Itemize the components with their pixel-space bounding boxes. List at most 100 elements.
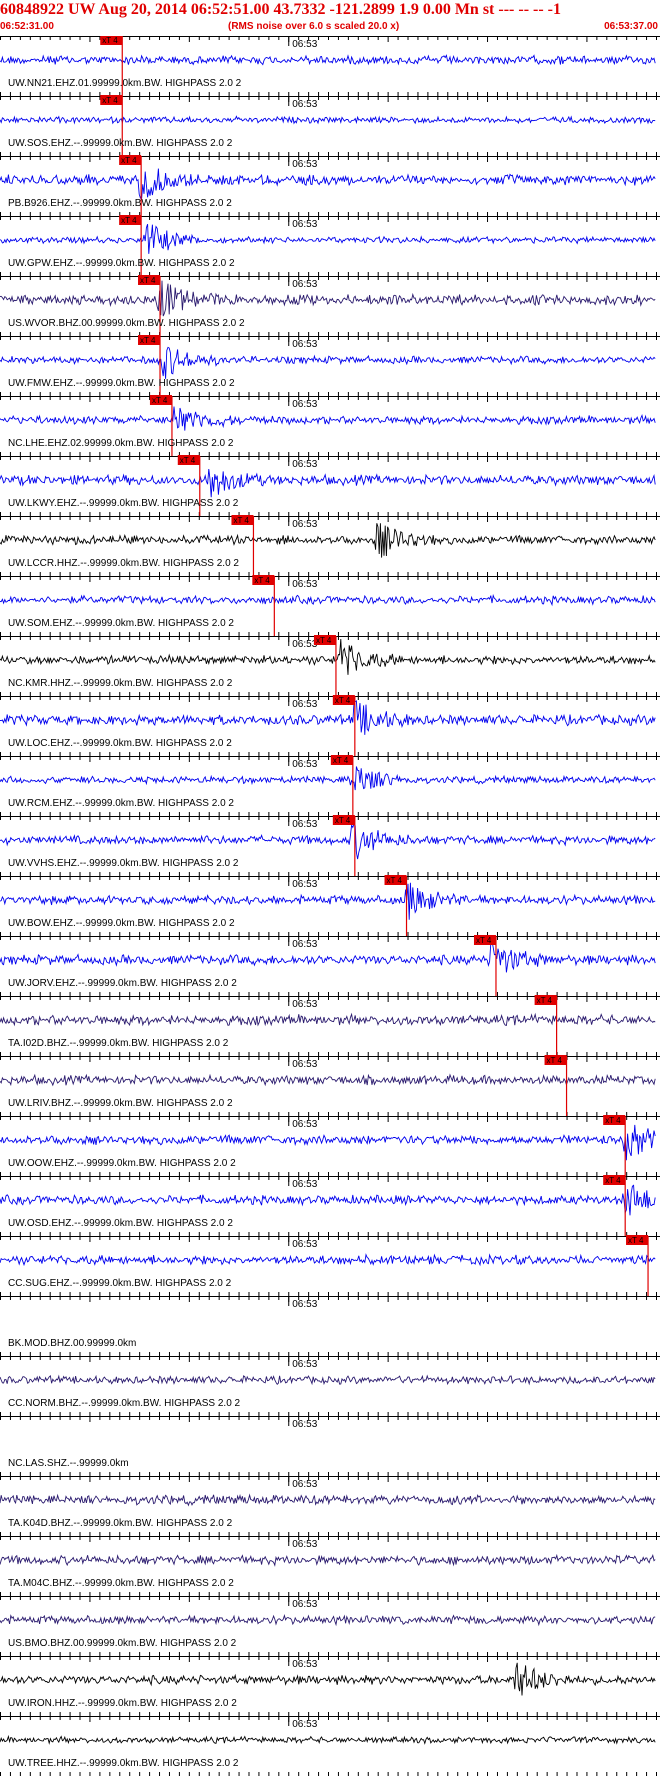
station-label: UW.SOM.EHZ.--.99999.0km.BW. HIGHPASS 2.0… xyxy=(8,618,234,629)
trace-row: 06:53 TA.K04D.BHZ.--.99999.0km.BW. HIGHPA… xyxy=(0,1476,660,1536)
waveform-trace xyxy=(0,1493,656,1507)
station-label: UW.LRIV.BHZ.--.99999.0km.BW. HIGHPASS 2.… xyxy=(8,1098,233,1109)
center-time-label: 06:53 xyxy=(292,579,317,590)
trace-row: 06:53 xT 4 US.WVOR.BHZ.00.99999.0km.BW. HI… xyxy=(0,275,660,336)
trace-row: 06:53 xT 4 UW.LKWY.EHZ.--.99999.0km.BW. HI… xyxy=(0,455,660,516)
station-label: TA.M04C.BHZ.--.99999.0km.BW. HIGHPASS 2.… xyxy=(8,1578,234,1589)
station-label: UW.RCM.EHZ.--.99999.0km.BW. HIGHPASS 2.0… xyxy=(8,798,234,809)
trace-row: 06:53 xT 4 UW.LCCR.HHZ.--.99999.0km.BW. HI… xyxy=(0,515,660,576)
trace-row: 06:53 xT 4 UW.OSD.EHZ.--.99999.0km.BW. HIG… xyxy=(0,1175,660,1236)
pick-label: xT 4 xyxy=(254,576,270,585)
waveform-trace xyxy=(0,823,656,860)
pick-label: xT 4 xyxy=(102,96,118,105)
waveform-trace xyxy=(0,115,656,125)
center-time-label: 06:53 xyxy=(292,1659,317,1670)
start-time-label: 06:52:31.00 xyxy=(0,21,54,32)
center-time-label: 06:53 xyxy=(292,219,317,230)
center-time-label: 06:53 xyxy=(292,459,317,470)
station-label: NC.LHE.EHZ.02.99999.0km.BW. HIGHPASS 2.0… xyxy=(8,438,234,449)
center-time-label: 06:53 xyxy=(292,939,317,950)
center-time-label: 06:53 xyxy=(292,1719,317,1730)
waveform-trace xyxy=(0,1124,656,1161)
pick-label: xT 4 xyxy=(628,1236,644,1245)
station-label: UW.LCCR.HHZ.--.99999.0km.BW. HIGHPASS 2.… xyxy=(8,558,239,569)
station-label: UW.LKWY.EHZ.--.99999.0km.BW. HIGHPASS 2.… xyxy=(8,498,239,509)
station-label: NC.LAS.SHZ.--.99999.0km xyxy=(8,1458,129,1469)
station-label: UW.JORV.EHZ.--.99999.0km.BW. HIGHPASS 2.… xyxy=(8,978,237,989)
center-time-label: 06:53 xyxy=(292,1479,317,1490)
center-time-label: 06:53 xyxy=(292,339,317,350)
waveform-trace xyxy=(0,882,656,920)
pick-label: xT 4 xyxy=(387,876,403,885)
center-time-label: 06:53 xyxy=(292,279,317,290)
waveform-trace xyxy=(0,346,656,379)
station-label: US.WVOR.BHZ.00.99999.0km.BW. HIGHPASS 2.… xyxy=(8,318,245,329)
center-time-label: 06:53 xyxy=(292,39,317,50)
pick-label: xT 4 xyxy=(605,1176,621,1185)
trace-row: 06:53 xT 4 UW.OOW.EHZ.--.99999.0km.BW. HIG… xyxy=(0,1115,660,1176)
waveform-trace xyxy=(0,700,656,735)
station-label: CC.NORM.BHZ.--.99999.0km.BW. HIGHPASS 2.… xyxy=(8,1398,241,1409)
waveform-trace xyxy=(0,1184,656,1216)
pick-label: xT 4 xyxy=(233,516,249,525)
center-time-label: 06:53 xyxy=(292,159,317,170)
pick-label: xT 4 xyxy=(152,396,168,405)
trace-row: 06:53 BK.MOD.BHZ.00.99999.0km xyxy=(0,1296,660,1356)
pick-label: xT 4 xyxy=(316,636,332,645)
station-label: UW.BOW.EHZ.--.99999.0km.BW. HIGHPASS 2.0… xyxy=(8,918,235,929)
waveform-trace xyxy=(0,280,656,317)
station-label: US.BMO.BHZ.00.99999.0km.BW. HIGHPASS 2.0… xyxy=(8,1638,237,1649)
center-time-label: 06:53 xyxy=(292,399,317,410)
waveform-trace xyxy=(0,468,656,498)
pick-label: xT 4 xyxy=(102,36,118,45)
center-time-label: 06:53 xyxy=(292,1539,317,1550)
trace-row: 06:53 xT 4 UW.LRIV.BHZ.--.99999.0km.BW. HI… xyxy=(0,1055,660,1116)
station-label: NC.KMR.HHZ.--.99999.0km.BW. HIGHPASS 2.0… xyxy=(8,678,233,689)
waveform-trace xyxy=(0,1253,656,1267)
station-label: UW.OOW.EHZ.--.99999.0km.BW. HIGHPASS 2.0… xyxy=(8,1158,236,1169)
waveform-trace xyxy=(0,939,656,973)
station-label: UW.TREE.HHZ.--.99999.0km.BW. HIGHPASS 2.… xyxy=(8,1758,239,1769)
pick-label: xT 4 xyxy=(140,276,156,285)
pick-label: xT 4 xyxy=(121,216,137,225)
pick-label: xT 4 xyxy=(121,156,137,165)
center-time-label: 06:53 xyxy=(292,99,317,110)
trace-row: 06:53 xT 4 UW.LOC.EHZ.--.99999.0km.BW. HIG… xyxy=(0,695,660,756)
trace-row: 06:53 US.BMO.BHZ.00.99999.0km.BW. HIGHPAS… xyxy=(0,1596,660,1656)
pick-label: xT 4 xyxy=(605,1116,621,1125)
center-time-label: 06:53 xyxy=(292,1059,317,1070)
header-subline: 06:52:31.00 (RMS noise over 6.0 s scaled… xyxy=(0,20,660,34)
station-label: TA.K04D.BHZ.--.99999.0km.BW. HIGHPASS 2.… xyxy=(8,1518,233,1529)
trace-row: 06:53 xT 4 UW.GPW.EHZ.--.99999.0km.BW. HIG… xyxy=(0,215,660,276)
waveform-trace xyxy=(0,1614,656,1627)
trace-row: 06:53 xT 4 TA.I02D.BHZ.--.99999.0km.BW. HI… xyxy=(0,995,660,1056)
trace-row: 06:53 TA.M04C.BHZ.--.99999.0km.BW. HIGHPA… xyxy=(0,1536,660,1596)
rms-note: (RMS noise over 6.0 s scaled 20.0 x) xyxy=(228,21,400,32)
end-time-label: 06:53:37.00 xyxy=(604,21,658,32)
waveform-trace xyxy=(0,1553,656,1567)
station-label: UW.VVHS.EHZ.--.99999.0km.BW. HIGHPASS 2.… xyxy=(8,858,239,869)
pick-label: xT 4 xyxy=(335,696,351,705)
waveform-trace xyxy=(0,1374,656,1386)
trace-row: 06:53 xT 4 UW.SOM.EHZ.--.99999.0km.BW. HIG… xyxy=(0,575,660,636)
trace-row: 06:53 xT 4 UW.FMW.EHZ.--.99999.0km.BW. HIG… xyxy=(0,335,660,396)
station-label: UW.IRON.HHZ.--.99999.0km.BW. HIGHPASS 2.… xyxy=(8,1698,237,1709)
pick-label: xT 4 xyxy=(476,936,492,945)
station-label: UW.SOS.EHZ.--.99999.0km.BW. HIGHPASS 2.0… xyxy=(8,138,233,149)
waveform-trace xyxy=(0,1662,656,1696)
pick-label: xT 4 xyxy=(140,336,156,345)
trace-row: 06:53 UW.TREE.HHZ.--.99999.0km.BW. HIGHPA… xyxy=(0,1716,660,1776)
center-time-label: 06:53 xyxy=(292,819,317,830)
station-label: CC.SUG.EHZ.--.99999.0km.BW. HIGHPASS 2.0… xyxy=(8,1278,232,1289)
center-time-label: 06:53 xyxy=(292,1119,317,1130)
trace-row: 06:53xT 4 NC.KMR.HHZ.--.99999.0km.BW. HIG… xyxy=(0,635,660,696)
station-label: TA.I02D.BHZ.--.99999.0km.BW. HIGHPASS 2.… xyxy=(8,1038,229,1049)
pick-label: xT 4 xyxy=(333,756,349,765)
center-time-label: 06:53 xyxy=(292,1239,317,1250)
center-time-label: 06:53 xyxy=(292,519,317,530)
pick-label: xT 4 xyxy=(537,996,553,1005)
waveform-trace xyxy=(0,54,656,66)
trace-row: 06:53 xT 4 UW.JORV.EHZ.--.99999.0km.BW. HI… xyxy=(0,935,660,996)
waveform-trace xyxy=(0,523,656,558)
trace-row: 06:53 xT 4 PB.B926.EHZ.--.99999.0km.BW. HI… xyxy=(0,155,660,216)
